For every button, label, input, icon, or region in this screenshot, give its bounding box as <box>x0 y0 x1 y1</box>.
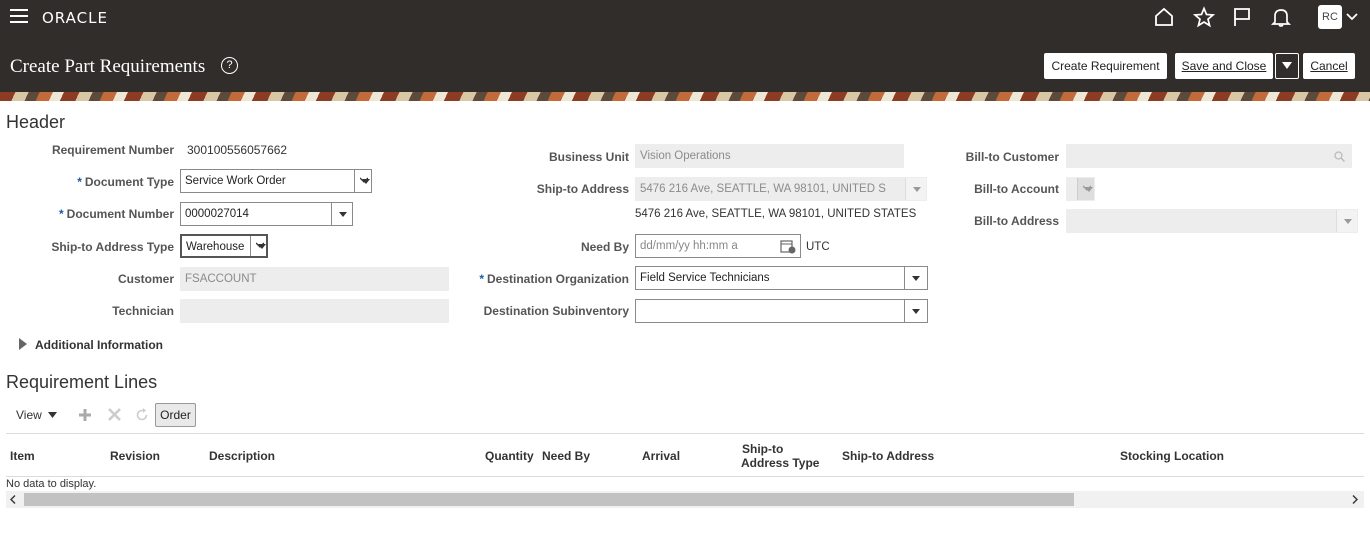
requirement-number-value: 300100556057662 <box>187 143 288 157</box>
requirement-number-label: Requirement Number <box>51 143 174 157</box>
empty-table-message: No data to display. <box>6 478 97 490</box>
favorites-star-icon[interactable] <box>1193 6 1215 28</box>
column-header-item[interactable]: Item <box>10 449 35 463</box>
column-header-ship-to-address[interactable]: Ship-to Address <box>842 449 934 463</box>
cancel-label: Cancel <box>1310 59 1348 73</box>
ship-to-address-type-label: Ship-to Address Type <box>51 240 174 254</box>
document-number-label-text: Document Number <box>66 207 174 221</box>
notifications-bell-icon[interactable] <box>1270 6 1292 28</box>
technician-field <box>180 299 449 323</box>
ship-to-address-dropdown-button <box>905 178 926 200</box>
table-header-divider <box>6 476 1364 477</box>
horizontal-scrollbar[interactable] <box>6 491 1364 508</box>
chevron-down-icon <box>1077 178 1094 200</box>
destination-subinventory-dropdown-button[interactable] <box>904 300 927 322</box>
calendar-icon[interactable] <box>780 239 796 254</box>
chevron-down-icon[interactable] <box>354 170 371 192</box>
ship-to-address-full: 5476 216 Ave, SEATTLE, WA 98101, UNITED … <box>635 208 917 220</box>
ship-to-address-value: 5476 216 Ave, SEATTLE, WA 98101, UNITED … <box>640 183 886 195</box>
customer-label: Customer <box>117 272 174 286</box>
save-and-close-button[interactable]: Save and Close <box>1175 53 1273 79</box>
additional-information-toggle[interactable]: Additional Information <box>35 338 163 352</box>
oracle-logo[interactable]: ORACLE <box>42 9 108 27</box>
need-by-label: Need By <box>580 240 629 254</box>
add-icon[interactable] <box>78 408 92 422</box>
caret-down-icon <box>48 412 58 418</box>
caret-down-icon <box>1282 62 1292 69</box>
delete-icon[interactable] <box>108 408 121 421</box>
refresh-icon[interactable] <box>135 408 149 422</box>
column-header-stocking-location[interactable]: Stocking Location <box>1120 449 1224 463</box>
order-button[interactable]: Order <box>155 403 196 427</box>
home-icon[interactable] <box>1153 6 1175 28</box>
document-type-label-text: Document Type <box>84 175 174 189</box>
save-and-close-label: Save and Close <box>1181 59 1267 73</box>
need-by-placeholder: dd/mm/yy hh:mm a <box>640 240 738 252</box>
cancel-button[interactable]: Cancel <box>1303 53 1355 79</box>
bill-to-account-label: Bill-to Account <box>974 182 1059 196</box>
ship-to-address-type-select[interactable]: Warehouse <box>180 234 268 258</box>
document-number-input[interactable]: 0000027014 <box>180 202 353 226</box>
help-icon[interactable]: ? <box>221 57 238 74</box>
document-type-label: * Document Type <box>77 175 174 189</box>
destination-organization-label-text: Destination Organization <box>486 272 629 286</box>
view-menu-label: View <box>16 408 42 422</box>
destination-organization-dropdown-button[interactable] <box>904 267 927 289</box>
column-header-quantity[interactable]: Quantity <box>485 449 534 463</box>
document-number-label: * Document Number <box>58 207 174 221</box>
page-title: Create Part Requirements <box>10 56 206 77</box>
bill-to-customer-label: Bill-to Customer <box>965 150 1059 164</box>
document-type-select[interactable]: Service Work Order <box>180 169 372 193</box>
column-header-ship-to-address-type-line1[interactable]: Ship-to <box>742 442 783 456</box>
column-header-arrival[interactable]: Arrival <box>642 449 680 463</box>
destination-organization-value: Field Service Technicians <box>640 272 770 284</box>
customer-field: FSACCOUNT <box>180 267 449 291</box>
document-number-dropdown-button[interactable] <box>331 203 352 225</box>
expand-triangle-icon[interactable] <box>19 338 27 350</box>
destination-organization-input[interactable]: Field Service Technicians <box>635 266 928 290</box>
column-header-description[interactable]: Description <box>209 449 275 463</box>
technician-label: Technician <box>112 304 174 318</box>
destination-subinventory-input[interactable] <box>635 299 928 323</box>
bill-to-address-label: Bill-to Address <box>974 214 1059 228</box>
document-type-value: Service Work Order <box>185 175 286 187</box>
scroll-thumb[interactable] <box>24 493 1074 506</box>
user-avatar[interactable]: RC <box>1318 5 1342 29</box>
document-number-value: 0000027014 <box>185 208 249 220</box>
chevron-down-icon[interactable] <box>250 236 266 256</box>
bill-to-customer-field <box>1066 144 1352 168</box>
requirement-lines-title: Requirement Lines <box>6 372 158 392</box>
table-top-divider <box>6 433 1364 434</box>
chevron-down-icon[interactable] <box>1346 12 1358 22</box>
global-header: ORACLE RC Create Part Requirements ? Cre… <box>0 0 1370 92</box>
scroll-right-icon[interactable] <box>1352 495 1358 504</box>
business-unit-field: Vision Operations <box>635 144 904 168</box>
search-icon <box>1334 151 1345 162</box>
view-menu[interactable]: View <box>16 408 58 422</box>
flag-icon[interactable] <box>1231 6 1253 28</box>
bill-to-address-select <box>1066 209 1358 233</box>
scroll-left-icon[interactable] <box>10 495 16 504</box>
destination-organization-label: * Destination Organization <box>479 272 629 286</box>
destination-subinventory-label: Destination Subinventory <box>483 304 629 318</box>
bill-to-account-select <box>1066 177 1095 201</box>
column-header-revision[interactable]: Revision <box>110 449 160 463</box>
ship-to-address-type-value: Warehouse <box>186 241 245 253</box>
decorative-banner <box>0 92 1370 101</box>
ship-to-address-select: 5476 216 Ave, SEATTLE, WA 98101, UNITED … <box>635 177 927 201</box>
create-requirement-button[interactable]: Create Requirement <box>1044 53 1167 79</box>
need-by-input[interactable]: dd/mm/yy hh:mm a <box>635 234 801 258</box>
timezone-label: UTC <box>806 241 830 253</box>
column-header-need-by[interactable]: Need By <box>542 449 590 463</box>
save-options-dropdown[interactable] <box>1275 53 1299 79</box>
business-unit-label: Business Unit <box>548 150 629 164</box>
menu-icon[interactable] <box>10 9 28 25</box>
bill-to-address-dropdown-button <box>1336 210 1357 232</box>
column-header-ship-to-address-type-line2[interactable]: Address Type <box>741 456 819 470</box>
header-section-title: Header <box>6 112 66 132</box>
ship-to-address-label: Ship-to Address <box>536 182 629 196</box>
